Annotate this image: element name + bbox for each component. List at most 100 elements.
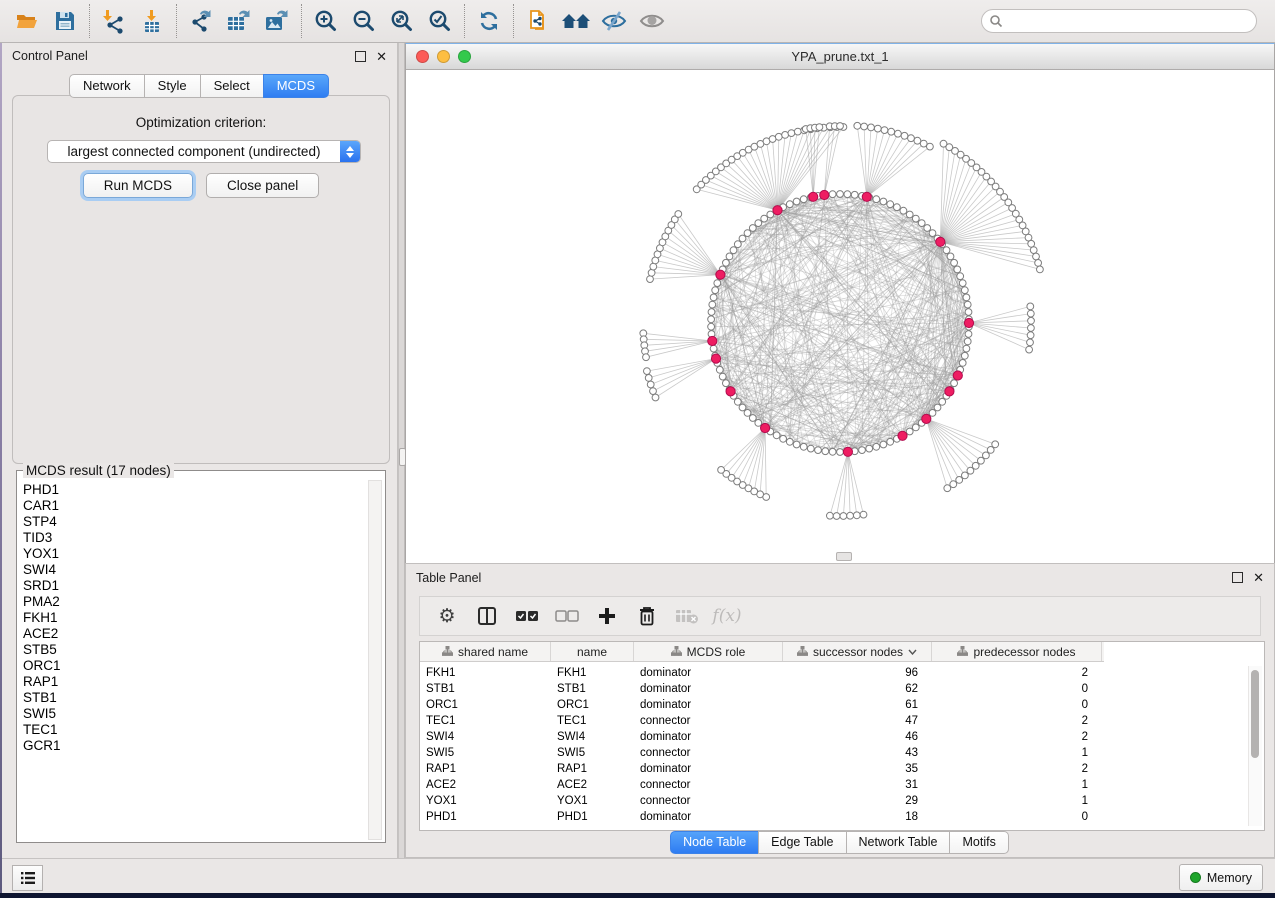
network-node[interactable] — [1037, 266, 1044, 273]
network-node[interactable] — [874, 125, 881, 132]
network-node[interactable] — [840, 513, 847, 520]
table-scrollbar-thumb[interactable] — [1251, 670, 1259, 758]
tab-network[interactable]: Network — [69, 74, 145, 98]
network-node[interactable] — [978, 457, 985, 464]
network-node[interactable] — [918, 220, 925, 227]
memory-button[interactable]: Memory — [1179, 864, 1263, 891]
float-panel-icon[interactable] — [355, 51, 366, 62]
network-node[interactable] — [894, 204, 901, 211]
network-node[interactable] — [860, 511, 867, 518]
open-folder-icon[interactable] — [8, 3, 46, 39]
mcds-node[interactable] — [809, 192, 818, 201]
network-node[interactable] — [908, 135, 915, 142]
network-node[interactable] — [708, 309, 715, 316]
result-scrollbar[interactable] — [368, 480, 382, 840]
network-node[interactable] — [755, 220, 762, 227]
network-node[interactable] — [881, 127, 888, 134]
network-node[interactable] — [1027, 332, 1034, 339]
network-node[interactable] — [944, 485, 951, 492]
zoom-fit-icon[interactable] — [383, 3, 421, 39]
horizontal-splitter-handle[interactable] — [836, 552, 852, 561]
network-node[interactable] — [895, 130, 902, 137]
table-settings-gear-icon[interactable]: ⚙ — [434, 603, 460, 629]
result-node[interactable]: TEC1 — [23, 722, 367, 738]
show-columns-icon[interactable] — [474, 603, 500, 629]
import-table-icon[interactable] — [133, 3, 171, 39]
select-all-columns-icon[interactable] — [514, 603, 540, 629]
network-node[interactable] — [723, 259, 730, 266]
result-node[interactable]: SWI5 — [23, 706, 367, 722]
mcds-node[interactable] — [708, 336, 717, 345]
network-node[interactable] — [837, 449, 844, 456]
network-node[interactable] — [951, 380, 958, 387]
mcds-node[interactable] — [843, 447, 852, 456]
result-node[interactable]: TID3 — [23, 530, 367, 546]
network-node[interactable] — [1027, 339, 1034, 346]
network-node[interactable] — [1028, 325, 1035, 332]
network-node[interactable] — [853, 512, 860, 519]
network-node[interactable] — [645, 375, 652, 382]
network-node[interactable] — [837, 123, 844, 130]
network-node[interactable] — [962, 472, 969, 479]
tab-edge-table[interactable]: Edge Table — [758, 831, 846, 854]
network-node[interactable] — [761, 215, 768, 222]
network-node[interactable] — [710, 345, 717, 352]
run-mcds-button[interactable]: Run MCDS — [83, 173, 193, 198]
mcds-node[interactable] — [922, 414, 931, 423]
network-node[interactable] — [829, 448, 836, 455]
network-node[interactable] — [1027, 310, 1034, 317]
network-node[interactable] — [934, 404, 941, 411]
network-node[interactable] — [964, 338, 971, 345]
network-node[interactable] — [782, 132, 789, 139]
network-node[interactable] — [833, 513, 840, 520]
network-node[interactable] — [822, 448, 829, 455]
network-node[interactable] — [854, 122, 861, 129]
mcds-node[interactable] — [716, 270, 725, 279]
network-node[interactable] — [749, 415, 756, 422]
network-node[interactable] — [744, 230, 751, 237]
network-node[interactable] — [755, 420, 762, 427]
network-node[interactable] — [829, 191, 836, 198]
network-node[interactable] — [739, 235, 746, 242]
network-node[interactable] — [950, 481, 957, 488]
result-node[interactable]: YOX1 — [23, 546, 367, 562]
network-node[interactable] — [880, 198, 887, 205]
network-node[interactable] — [906, 428, 913, 435]
result-node[interactable]: RAP1 — [23, 674, 367, 690]
add-column-icon[interactable] — [594, 603, 620, 629]
float-table-panel-icon[interactable] — [1232, 572, 1243, 583]
network-node[interactable] — [719, 373, 726, 380]
network-node[interactable] — [859, 447, 866, 454]
network-node[interactable] — [744, 410, 751, 417]
network-node[interactable] — [956, 477, 963, 484]
network-node[interactable] — [887, 438, 894, 445]
network-node[interactable] — [887, 201, 894, 208]
network-node[interactable] — [866, 445, 873, 452]
network-titlebar[interactable]: YPA_prune.txt_1 — [406, 44, 1274, 70]
network-node[interactable] — [749, 225, 756, 232]
tab-network-table[interactable]: Network Table — [846, 831, 951, 854]
mcds-node[interactable] — [711, 354, 720, 363]
network-node[interactable] — [815, 447, 822, 454]
network-node[interactable] — [901, 132, 908, 139]
network-node[interactable] — [959, 360, 966, 367]
export-network-icon[interactable] — [182, 3, 220, 39]
result-node[interactable]: STP4 — [23, 514, 367, 530]
network-node[interactable] — [767, 211, 774, 218]
table-row[interactable]: SWI4SWI4dominator462 — [420, 729, 1264, 745]
network-node[interactable] — [912, 215, 919, 222]
column-header-shared_name[interactable]: shared name — [420, 642, 551, 661]
network-node[interactable] — [987, 447, 994, 454]
network-node[interactable] — [837, 191, 844, 198]
zoom-in-icon[interactable] — [307, 3, 345, 39]
network-node[interactable] — [644, 368, 651, 375]
tab-mcds[interactable]: MCDS — [263, 74, 329, 98]
network-node[interactable] — [816, 124, 823, 131]
close-panel-button[interactable]: Close panel — [206, 173, 319, 198]
network-node[interactable] — [957, 273, 964, 280]
network-node[interactable] — [718, 467, 725, 474]
network-node[interactable] — [827, 512, 834, 519]
close-table-panel-icon[interactable]: ✕ — [1253, 571, 1264, 584]
network-node[interactable] — [924, 225, 931, 232]
result-node[interactable]: PHD1 — [23, 482, 367, 498]
